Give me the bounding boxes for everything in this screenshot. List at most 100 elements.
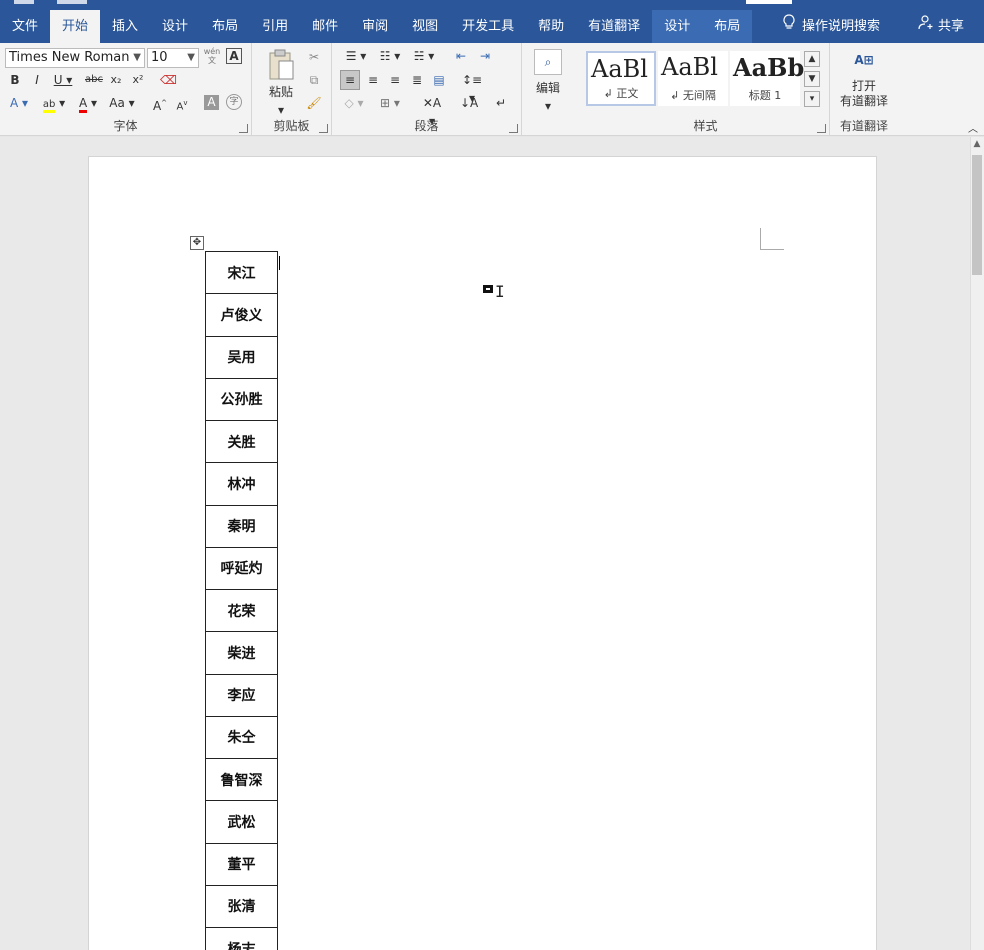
tab-7[interactable]: 邮件 bbox=[300, 10, 350, 43]
strikethrough-icon[interactable]: abc bbox=[83, 71, 105, 89]
table-cell[interactable]: 呼延灼 bbox=[205, 546, 278, 591]
table-cell[interactable]: 秦明 bbox=[205, 504, 278, 548]
underline-icon[interactable]: U ▾ bbox=[52, 71, 74, 89]
tab-3[interactable]: 插入 bbox=[100, 10, 150, 43]
styles-scroll-down-icon[interactable]: ▼ bbox=[804, 71, 820, 87]
font-group-label: 字体 bbox=[113, 119, 138, 133]
table-cell[interactable]: 吴用 bbox=[205, 335, 278, 379]
change-case-icon[interactable]: Aa ▾ bbox=[108, 94, 136, 112]
table-cell[interactable]: 董平 bbox=[205, 842, 278, 886]
tab-1[interactable]: 文件 bbox=[0, 10, 50, 43]
dialog-launcher-icon[interactable] bbox=[319, 124, 328, 133]
grow-font-icon[interactable]: A^ bbox=[152, 94, 168, 115]
dialog-launcher-icon[interactable] bbox=[817, 124, 826, 133]
style-normal[interactable]: AaBl ↲ 正文 bbox=[586, 51, 656, 106]
increase-indent-icon[interactable]: ⇥ bbox=[476, 47, 494, 65]
table-cell[interactable]: 关胜 bbox=[205, 419, 278, 464]
tab-9[interactable]: 视图 bbox=[400, 10, 450, 43]
scissors-icon[interactable]: ✂ bbox=[306, 48, 322, 66]
styles-group: AaBl ↲ 正文 AaBl ↲ 无间隔 AaBb 标题 1 ▲ ▼ ▾ 样式 bbox=[582, 43, 830, 136]
highlight-icon[interactable]: ab ▾ bbox=[40, 94, 68, 114]
align-left-icon[interactable]: ≡ bbox=[340, 70, 360, 90]
table-cell[interactable]: 鲁智深 bbox=[205, 757, 278, 802]
dialog-launcher-icon[interactable] bbox=[239, 124, 248, 133]
decrease-indent-icon[interactable]: ⇤ bbox=[452, 47, 470, 65]
tab-4[interactable]: 设计 bbox=[150, 10, 200, 43]
tab-8[interactable]: 审阅 bbox=[350, 10, 400, 43]
paragraph-group: ☰ ▾ ☷ ▾ ☵ ▾ ⇤ ⇥ ≡ ≡ ≡ ≣ ▤ ↕≡ ▾ ◇ ▾ ⊞ ▾ ✕… bbox=[332, 43, 522, 136]
font-name-select[interactable]: Times New Roman ▼ bbox=[5, 48, 145, 68]
superscript-icon[interactable]: x² bbox=[130, 71, 146, 89]
translate-icon[interactable]: A⊞ bbox=[850, 51, 878, 77]
bullets-icon[interactable]: ☰ ▾ bbox=[342, 47, 370, 65]
paste-button[interactable]: 粘贴 ▾ bbox=[262, 83, 300, 119]
table-cell[interactable]: 宋江 bbox=[205, 250, 278, 295]
table-cell[interactable]: 李应 bbox=[205, 673, 278, 717]
subscript-icon[interactable]: x₂ bbox=[108, 71, 124, 89]
dialog-launcher-icon[interactable] bbox=[509, 124, 518, 133]
distributed-icon[interactable]: ▤ bbox=[430, 71, 448, 89]
sort-icon[interactable]: ↓A bbox=[460, 94, 478, 112]
align-right-icon[interactable]: ≡ bbox=[386, 71, 404, 89]
styles-scroll-up-icon[interactable]: ▲ bbox=[804, 51, 820, 67]
tab-2[interactable]: 开始 bbox=[50, 10, 101, 43]
tell-me-search[interactable]: 操作说明搜索 bbox=[782, 10, 880, 43]
scroll-up-icon[interactable]: ▲ bbox=[972, 139, 982, 149]
style-no-spacing[interactable]: AaBl ↲ 无间隔 bbox=[658, 51, 728, 106]
multilevel-list-icon[interactable]: ☵ ▾ bbox=[410, 47, 438, 65]
text-effects-icon[interactable]: A ▾ bbox=[8, 94, 30, 112]
bold-icon[interactable]: B bbox=[8, 71, 22, 89]
table-row: 董平 bbox=[205, 842, 278, 886]
character-shading-icon[interactable]: A bbox=[204, 95, 219, 110]
shading-icon[interactable]: ◇ ▾ bbox=[340, 94, 368, 112]
table-cell[interactable]: 武松 bbox=[205, 800, 278, 844]
align-center-icon[interactable]: ≡ bbox=[364, 71, 382, 89]
table-move-handle-icon[interactable]: ✥ bbox=[190, 236, 204, 250]
enclose-character-icon[interactable]: 字 bbox=[226, 94, 242, 110]
table-cell[interactable]: 朱仝 bbox=[205, 715, 278, 760]
table-cell[interactable]: 柴进 bbox=[205, 631, 278, 675]
justify-icon[interactable]: ≣ bbox=[408, 71, 426, 89]
share-label: 共享 bbox=[938, 19, 965, 34]
table-cell[interactable]: 杨志 bbox=[205, 926, 278, 950]
table-cell[interactable]: 花荣 bbox=[205, 588, 278, 633]
style-label: ↲ 无间隔 bbox=[670, 89, 716, 102]
clipboard-paste-icon[interactable] bbox=[266, 47, 296, 81]
tab-6[interactable]: 引用 bbox=[250, 10, 300, 43]
style-heading-1[interactable]: AaBb 标题 1 bbox=[730, 51, 804, 106]
style-preview: AaBb bbox=[733, 53, 805, 82]
tab-10[interactable]: 开发工具 bbox=[450, 10, 526, 43]
open-youdao-button[interactable]: 打开 有道翻译 bbox=[832, 79, 896, 109]
editing-button[interactable]: 编辑 ▾ bbox=[528, 79, 568, 115]
numbering-icon[interactable]: ☷ ▾ bbox=[376, 47, 404, 65]
tab-12[interactable]: 有道翻译 bbox=[576, 10, 652, 43]
show-marks-icon[interactable]: ↵ bbox=[492, 94, 510, 112]
font-color-icon[interactable]: A ▾ bbox=[74, 94, 102, 113]
clear-formatting-icon[interactable]: ⌫ bbox=[160, 71, 177, 89]
scrollbar-thumb[interactable] bbox=[972, 155, 982, 275]
magnifier-icon[interactable]: ⌕ bbox=[534, 49, 562, 75]
styles-more-icon[interactable]: ▾ bbox=[804, 91, 820, 107]
font-size-select[interactable]: 10 ▼ bbox=[147, 48, 199, 68]
table-cell[interactable]: 公孙胜 bbox=[205, 377, 278, 422]
italic-icon[interactable]: I bbox=[30, 71, 44, 89]
table-row: 李应 bbox=[205, 673, 278, 717]
copy-icon[interactable]: ⧉ bbox=[306, 71, 322, 89]
names-table[interactable]: 宋江 卢俊义 吴用 公孙胜 关胜 林冲 秦明 呼延灼 花荣 柴进 李应 朱仝 鲁智深 武松 董平 张清 杨志 bbox=[205, 250, 278, 950]
tab-5[interactable]: 布局 bbox=[200, 10, 250, 43]
share-button[interactable]: 共享 bbox=[918, 10, 964, 43]
tab-14[interactable]: 布局 bbox=[702, 10, 753, 43]
quick-access-fragment bbox=[57, 0, 87, 4]
format-painter-icon[interactable]: 🖌 bbox=[306, 94, 322, 112]
borders-icon[interactable]: ⊞ ▾ bbox=[376, 94, 404, 112]
table-row: 卢俊义 bbox=[205, 293, 278, 337]
shrink-font-icon[interactable]: Av bbox=[174, 94, 190, 116]
tab-13[interactable]: 设计 bbox=[652, 10, 703, 43]
tab-11[interactable]: 帮助 bbox=[526, 10, 576, 43]
phonetic-guide-icon[interactable]: wén 文 bbox=[203, 47, 221, 65]
tell-me-label: 操作说明搜索 bbox=[802, 19, 881, 34]
table-cell[interactable]: 卢俊义 bbox=[205, 293, 278, 337]
table-cell[interactable]: 林冲 bbox=[205, 462, 278, 506]
table-cell[interactable]: 张清 bbox=[205, 884, 278, 929]
character-border-icon[interactable]: A bbox=[226, 48, 242, 64]
